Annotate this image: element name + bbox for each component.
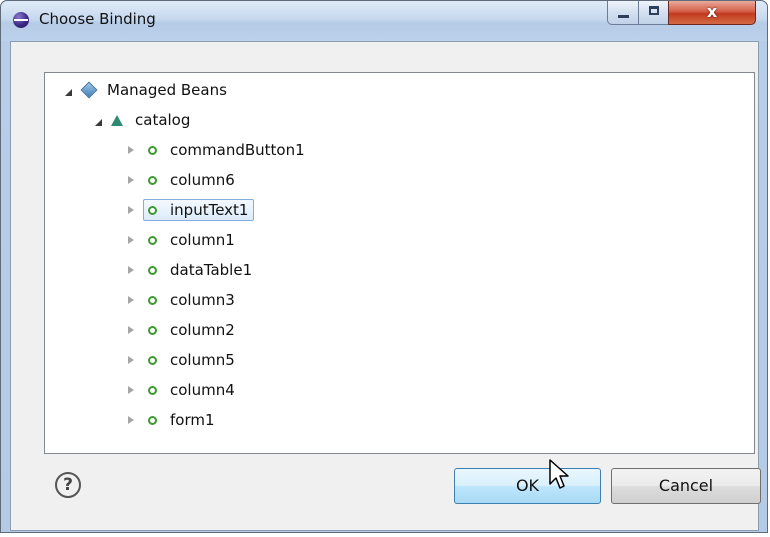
- tree-node-column5[interactable]: column5: [128, 349, 235, 371]
- close-button[interactable]: x: [668, 1, 756, 25]
- tree-node-column1[interactable]: column1: [128, 229, 235, 251]
- property-icon: [148, 325, 157, 335]
- property-icon: [148, 235, 157, 245]
- ok-button[interactable]: OK: [454, 468, 601, 504]
- property-icon: [148, 295, 157, 305]
- title-bar[interactable]: Choose Binding x: [1, 1, 767, 41]
- tree-node-label: form1: [170, 411, 215, 429]
- tree-node-managed-beans[interactable]: Managed Beans: [65, 79, 227, 101]
- collapsed-triangle-icon[interactable]: [128, 146, 134, 154]
- tree-node-label: column6: [170, 171, 235, 189]
- collapsed-triangle-icon[interactable]: [128, 206, 134, 214]
- tree-node-form1[interactable]: form1: [128, 409, 215, 431]
- choose-binding-dialog: Choose Binding x Managed Beans catalog c…: [0, 0, 768, 533]
- property-icon: [148, 385, 157, 395]
- minimize-button[interactable]: [607, 1, 639, 25]
- tree-node-label: column4: [170, 381, 235, 399]
- collapsed-triangle-icon[interactable]: [128, 296, 134, 304]
- mouse-cursor-icon: [549, 459, 569, 489]
- property-icon: [148, 415, 157, 425]
- tree-node-label: dataTable1: [170, 261, 253, 279]
- minimize-icon: [618, 15, 629, 18]
- collapsed-triangle-icon[interactable]: [128, 176, 134, 184]
- tree-node-label: commandButton1: [170, 141, 305, 159]
- window-title: Choose Binding: [39, 10, 156, 28]
- tree-node-label: column5: [170, 351, 235, 369]
- close-icon: x: [706, 2, 718, 21]
- expanded-triangle-icon[interactable]: [65, 89, 72, 96]
- binding-tree[interactable]: Managed Beans catalog commandButton1 col…: [44, 72, 755, 454]
- maximize-button[interactable]: [638, 1, 669, 25]
- collapsed-triangle-icon[interactable]: [128, 266, 134, 274]
- tree-node-column3[interactable]: column3: [128, 289, 235, 311]
- tree-node-label: inputText1: [170, 201, 249, 219]
- tree-node-column2[interactable]: column2: [128, 319, 235, 341]
- property-icon: [148, 175, 157, 185]
- property-icon: [148, 265, 157, 275]
- tree-node-catalog[interactable]: catalog: [95, 109, 190, 131]
- collapsed-triangle-icon[interactable]: [128, 236, 134, 244]
- tree-node-label: column2: [170, 321, 235, 339]
- tree-node-label: column3: [170, 291, 235, 309]
- collapsed-triangle-icon[interactable]: [128, 356, 134, 364]
- property-icon: [148, 145, 157, 155]
- app-icon: [13, 12, 29, 28]
- help-icon[interactable]: ?: [55, 472, 81, 498]
- tree-node-datatable1[interactable]: dataTable1: [128, 259, 252, 281]
- selected-item-highlight[interactable]: inputText1: [143, 199, 255, 221]
- tree-node-column4[interactable]: column4: [128, 379, 235, 401]
- property-icon: [148, 355, 157, 365]
- bean-icon: [111, 114, 123, 126]
- tree-node-label: column1: [170, 231, 235, 249]
- dialog-content: Managed Beans catalog commandButton1 col…: [10, 41, 761, 531]
- maximize-icon: [649, 6, 659, 15]
- expanded-triangle-icon[interactable]: [95, 119, 102, 126]
- tree-node-column6[interactable]: column6: [128, 169, 235, 191]
- tree-node-label: Managed Beans: [107, 81, 227, 99]
- collapsed-triangle-icon[interactable]: [128, 386, 134, 394]
- collapsed-triangle-icon[interactable]: [128, 416, 134, 424]
- tree-node-label: catalog: [135, 111, 191, 129]
- collapsed-triangle-icon[interactable]: [128, 326, 134, 334]
- tree-node-inputtext1[interactable]: inputText1: [128, 199, 255, 221]
- managed-beans-icon: [80, 81, 98, 99]
- cancel-button[interactable]: Cancel: [611, 468, 761, 504]
- property-icon: [148, 205, 157, 215]
- tree-node-commandbutton1[interactable]: commandButton1: [128, 139, 305, 161]
